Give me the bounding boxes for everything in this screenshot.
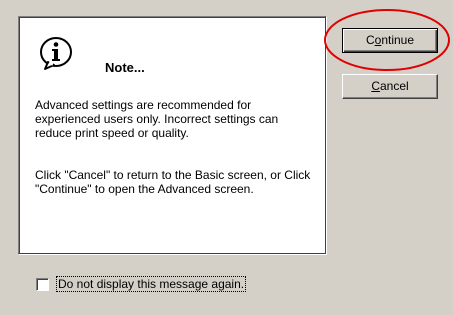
cancel-button[interactable]: Cancel: [342, 74, 438, 99]
dont-show-again-checkbox[interactable]: Do not display this message again.: [36, 276, 247, 292]
checkbox-label[interactable]: Do not display this message again.: [55, 276, 247, 292]
note-panel: Note... Advanced settings are recommende…: [18, 16, 326, 254]
instruction-text: Click "Cancel" to return to the Basic sc…: [35, 168, 311, 196]
info-icon: [40, 37, 72, 70]
checkbox-box[interactable]: [36, 277, 49, 291]
warning-text: Advanced settings are recommended for ex…: [35, 98, 279, 140]
continue-button[interactable]: Continue: [342, 28, 438, 53]
note-title: Note...: [105, 60, 145, 75]
